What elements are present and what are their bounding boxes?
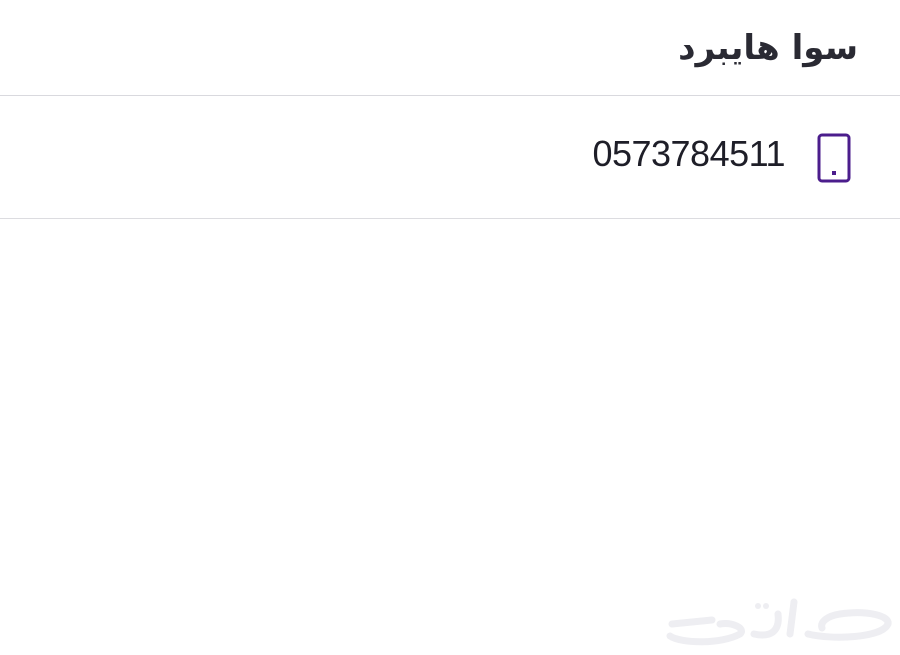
header: سوا هايبرد xyxy=(0,0,900,96)
phone-contact-row[interactable]: 0573784511 xyxy=(0,96,900,219)
phone-icon xyxy=(817,133,851,183)
phone-number-link[interactable]: 0573784511 xyxy=(592,132,785,176)
haraj-watermark-logo xyxy=(662,594,896,648)
page-title: سوا هايبرد xyxy=(678,28,858,68)
